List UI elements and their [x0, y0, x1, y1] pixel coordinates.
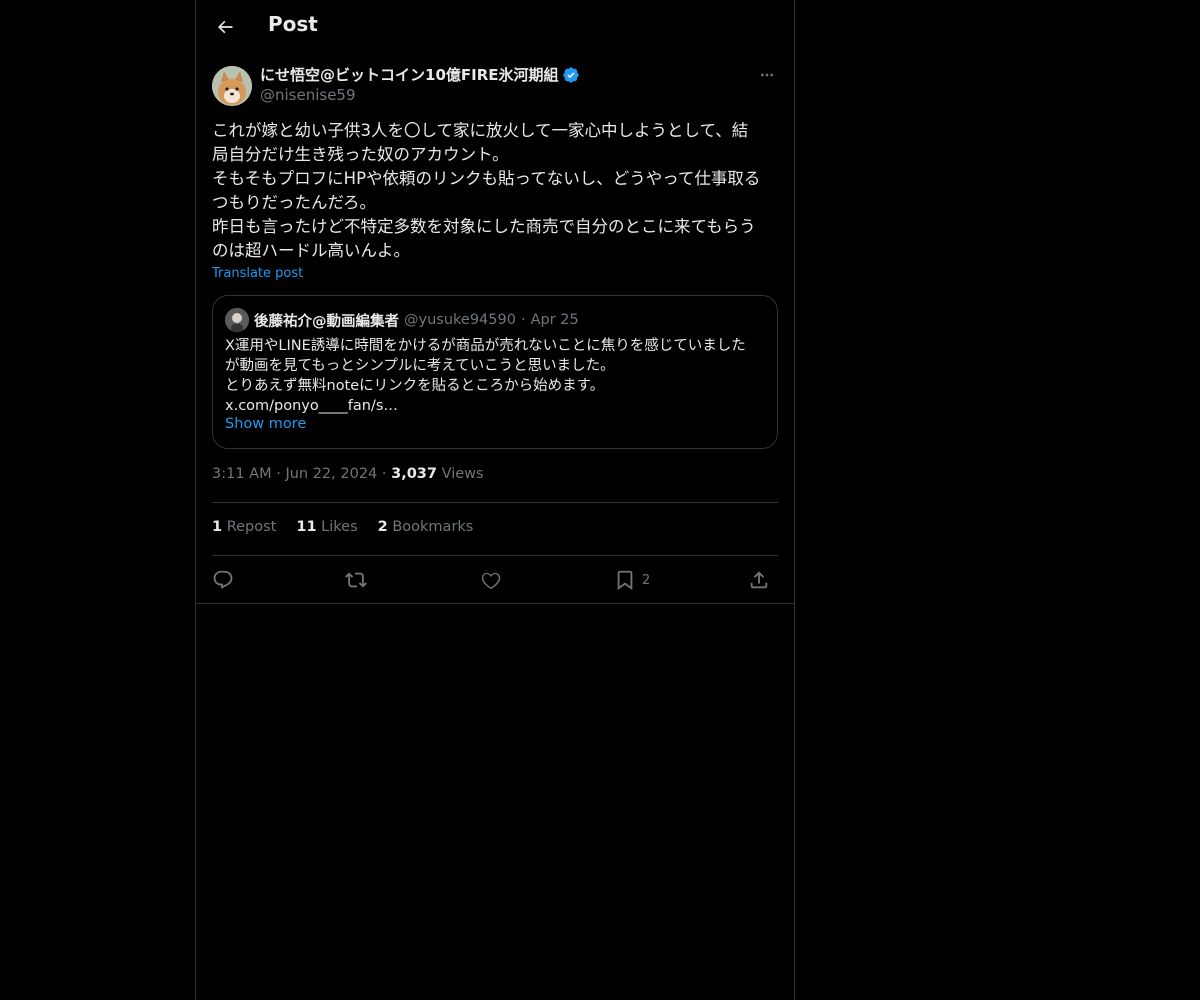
- avatar[interactable]: [212, 66, 252, 106]
- likes-stat[interactable]: 11 Likes: [296, 519, 357, 535]
- page-title: Post: [268, 12, 318, 36]
- reply-button[interactable]: [212, 566, 234, 594]
- reposts-stat[interactable]: 1 Repost: [212, 519, 276, 535]
- arrow-left-icon: [218, 20, 233, 34]
- bookmarks-count: 2: [377, 519, 388, 535]
- reposts-label: Repost: [226, 519, 277, 535]
- post-column: Post にせ悟空@ビットコイン10億FIRE氷河期組 @nisenise59 …: [195, 0, 795, 1000]
- quoted-post[interactable]: 後藤祐介@動画編集者 @yusuke94590 · Apr 25 X運用やLIN…: [212, 295, 778, 449]
- heart-icon: [481, 572, 501, 590]
- quoted-post-text: X運用やLINE誘導に時間をかけるが商品が売れないことに焦りを感じていました が…: [225, 338, 746, 414]
- quoted-date: Apr 25: [530, 312, 579, 328]
- verified-badge-icon: [562, 66, 579, 83]
- likes-count: 11: [296, 519, 317, 535]
- more-options-button[interactable]: [756, 64, 778, 86]
- author-name[interactable]: にせ悟空@ビットコイン10億FIRE氷河期組: [260, 64, 580, 85]
- bookmark-count: 2: [642, 572, 651, 588]
- divider: [212, 502, 778, 503]
- post-time[interactable]: 3:11 AM: [212, 466, 272, 482]
- quoted-author-name: 後藤祐介@動画編集者: [254, 313, 399, 330]
- repost-button[interactable]: [345, 566, 367, 594]
- bookmarks-label: Bookmarks: [392, 519, 474, 535]
- views-label: Views: [441, 466, 484, 482]
- header: Post: [196, 0, 794, 53]
- reply-icon: [213, 570, 233, 589]
- divider: [196, 603, 794, 604]
- translate-post-link[interactable]: Translate post: [212, 266, 303, 281]
- back-button[interactable]: [208, 10, 242, 44]
- views-count: 3,037: [391, 466, 437, 482]
- post-meta: 3:11 AM · Jun 22, 2024 · 3,037 Views: [212, 466, 484, 482]
- meta-separator: ·: [276, 466, 281, 482]
- quoted-author-handle: @yusuke94590: [404, 312, 516, 328]
- quoted-avatar: [225, 308, 249, 332]
- divider: [212, 555, 778, 556]
- post-stats: 1 Repost 11 Likes 2 Bookmarks: [212, 519, 473, 535]
- like-button[interactable]: [480, 566, 502, 594]
- action-bar: 2: [212, 566, 778, 594]
- meta-separator: ·: [381, 466, 387, 482]
- repost-icon: [345, 572, 367, 588]
- more-dots-icon: [761, 73, 773, 77]
- quoted-separator: ·: [520, 312, 526, 328]
- post-date[interactable]: Jun 22, 2024: [285, 466, 377, 482]
- bookmarks-stat[interactable]: 2 Bookmarks: [378, 519, 474, 535]
- bookmark-icon: [617, 570, 633, 591]
- likes-label: Likes: [321, 519, 358, 535]
- bookmark-button[interactable]: 2: [614, 566, 650, 594]
- post-text: これが嫁と幼い子供3人を〇して家に放火して一家心中しようとして、結 局自分だけ生…: [212, 121, 761, 260]
- share-button[interactable]: [748, 566, 770, 594]
- author-name-text: にせ悟空@ビットコイン10億FIRE氷河期組: [260, 66, 559, 84]
- reposts-count: 1: [212, 519, 223, 535]
- quoted-post-header: 後藤祐介@動画編集者 @yusuke94590 · Apr 25: [225, 308, 579, 332]
- author-handle[interactable]: @nisenise59: [260, 86, 356, 104]
- post-author: にせ悟空@ビットコイン10億FIRE氷河期組 @nisenise59: [212, 64, 778, 108]
- share-icon: [750, 571, 768, 589]
- show-more-link[interactable]: Show more: [225, 416, 306, 432]
